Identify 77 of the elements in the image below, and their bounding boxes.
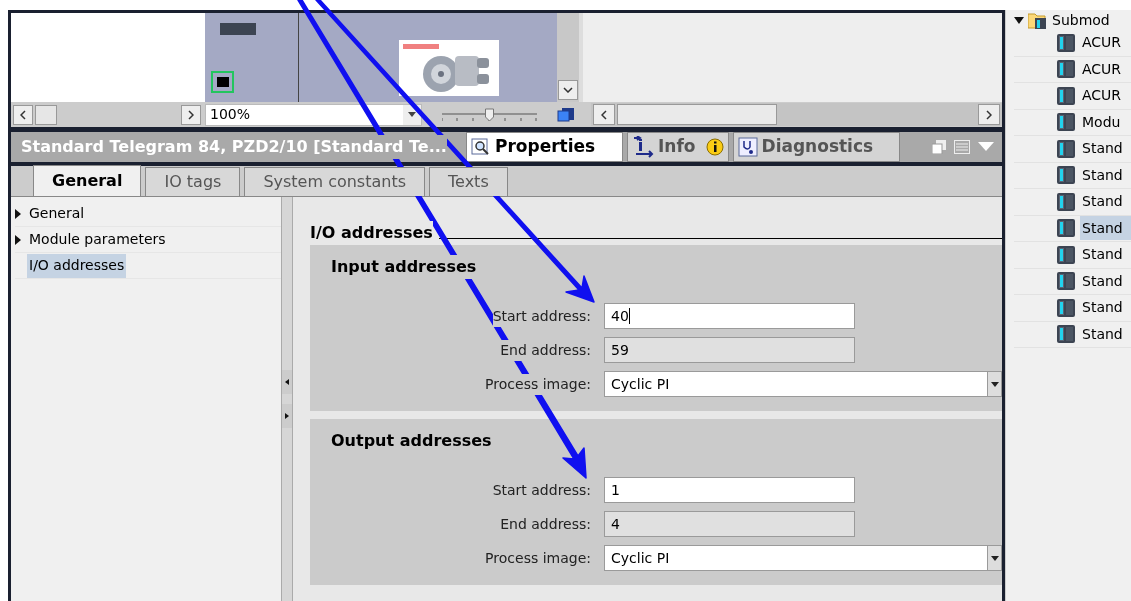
panel-tab[interactable]: Properties — [466, 132, 623, 162]
layout-icon[interactable] — [954, 140, 970, 154]
info-badge-icon — [705, 138, 724, 156]
module-icon — [1056, 297, 1076, 318]
scroll-down-button[interactable] — [558, 80, 578, 100]
module-icon — [1056, 112, 1076, 133]
folder-icon — [1028, 11, 1048, 29]
scroll-thumb[interactable] — [617, 104, 777, 125]
process-image-dropdown[interactable]: Cyclic PI — [604, 545, 1002, 571]
chevron-right-icon — [986, 109, 992, 120]
module-icon — [1056, 165, 1076, 186]
address-field[interactable]: 1 — [604, 477, 855, 503]
overview-icon — [557, 106, 575, 123]
chevron-left-icon — [601, 109, 607, 120]
stethoscope-icon — [737, 137, 758, 157]
module-icon — [1056, 32, 1076, 53]
tab[interactable]: Texts — [429, 167, 508, 196]
scroll-right-button[interactable] — [181, 104, 201, 125]
nav-item[interactable]: Module parameters — [27, 227, 168, 252]
chevron-right-icon — [188, 109, 194, 120]
port-icon — [211, 71, 234, 93]
info-arrow-icon — [632, 136, 654, 158]
panel-tab[interactable]: Diagnostics — [732, 132, 900, 162]
menu-triangle-icon[interactable] — [978, 142, 994, 152]
field-label: Process image: — [485, 373, 591, 395]
module-icon — [1056, 191, 1076, 212]
zoom-dropdown[interactable]: 100% — [205, 103, 422, 126]
tab[interactable]: IO tags — [145, 167, 241, 196]
module-icon — [1056, 244, 1076, 265]
tree-item[interactable]: ACUR — [1080, 30, 1131, 55]
tree-item[interactable]: Modu — [1080, 110, 1131, 135]
module-icon — [1056, 85, 1076, 106]
tab[interactable]: System constants — [244, 167, 425, 196]
tree-item[interactable]: Stand — [1080, 216, 1131, 241]
tree-item[interactable]: Stand — [1080, 163, 1131, 188]
scroll-left-button[interactable] — [593, 104, 615, 125]
module-icon — [1056, 218, 1076, 239]
panel-title: Standard Telegram 84, PZD2/10 [Standard Te... — [21, 135, 447, 159]
module-icon — [1056, 271, 1076, 292]
field-label: End address: — [500, 339, 591, 361]
address-field: 4 — [604, 511, 855, 537]
tree-item[interactable]: Stand — [1080, 136, 1131, 161]
module-icon — [1056, 138, 1076, 159]
collapse-triangle-icon[interactable] — [1014, 16, 1024, 24]
address-field[interactable]: 40 — [604, 303, 855, 329]
tree-item[interactable]: Submod — [1052, 10, 1110, 31]
group-title: Input addresses — [331, 255, 477, 279]
restore-icon[interactable] — [932, 140, 946, 154]
tab[interactable]: General — [33, 165, 142, 196]
process-image-dropdown[interactable]: Cyclic PI — [604, 371, 1002, 397]
scroll-left-button[interactable] — [13, 104, 33, 125]
nav-item[interactable]: I/O addresses — [27, 253, 127, 278]
scroll-right-button[interactable] — [978, 104, 1000, 125]
tree-item[interactable]: Stand — [1080, 242, 1131, 267]
tree-item[interactable]: ACUR — [1080, 57, 1131, 82]
tree-item[interactable]: Stand — [1080, 322, 1131, 347]
module-slot — [220, 23, 256, 35]
dropdown-arrow-icon — [990, 381, 999, 387]
tree-item[interactable]: Stand — [1080, 295, 1131, 320]
expand-arrow-icon[interactable] — [15, 234, 21, 245]
nav-item[interactable]: General — [27, 201, 87, 226]
module-icon — [1056, 324, 1076, 345]
chevron-down-icon — [563, 87, 573, 93]
magnifier-icon — [471, 137, 491, 157]
dropdown-arrow-icon — [408, 112, 416, 117]
dropdown-arrow-icon — [990, 555, 999, 561]
slider-thumb[interactable] — [485, 108, 494, 121]
zoom-slider[interactable] — [442, 106, 537, 123]
chevron-left-icon — [20, 109, 26, 120]
panel-tab[interactable]: Info — [627, 132, 729, 162]
tree-item[interactable]: ACUR — [1080, 83, 1131, 108]
tree-item[interactable]: Stand — [1080, 269, 1131, 294]
scroll-thumb[interactable] — [35, 104, 57, 125]
tree-item[interactable]: Stand — [1080, 189, 1131, 214]
module-icon — [1056, 59, 1076, 80]
expand-arrow-icon[interactable] — [15, 208, 21, 219]
address-field: 59 — [604, 337, 855, 363]
